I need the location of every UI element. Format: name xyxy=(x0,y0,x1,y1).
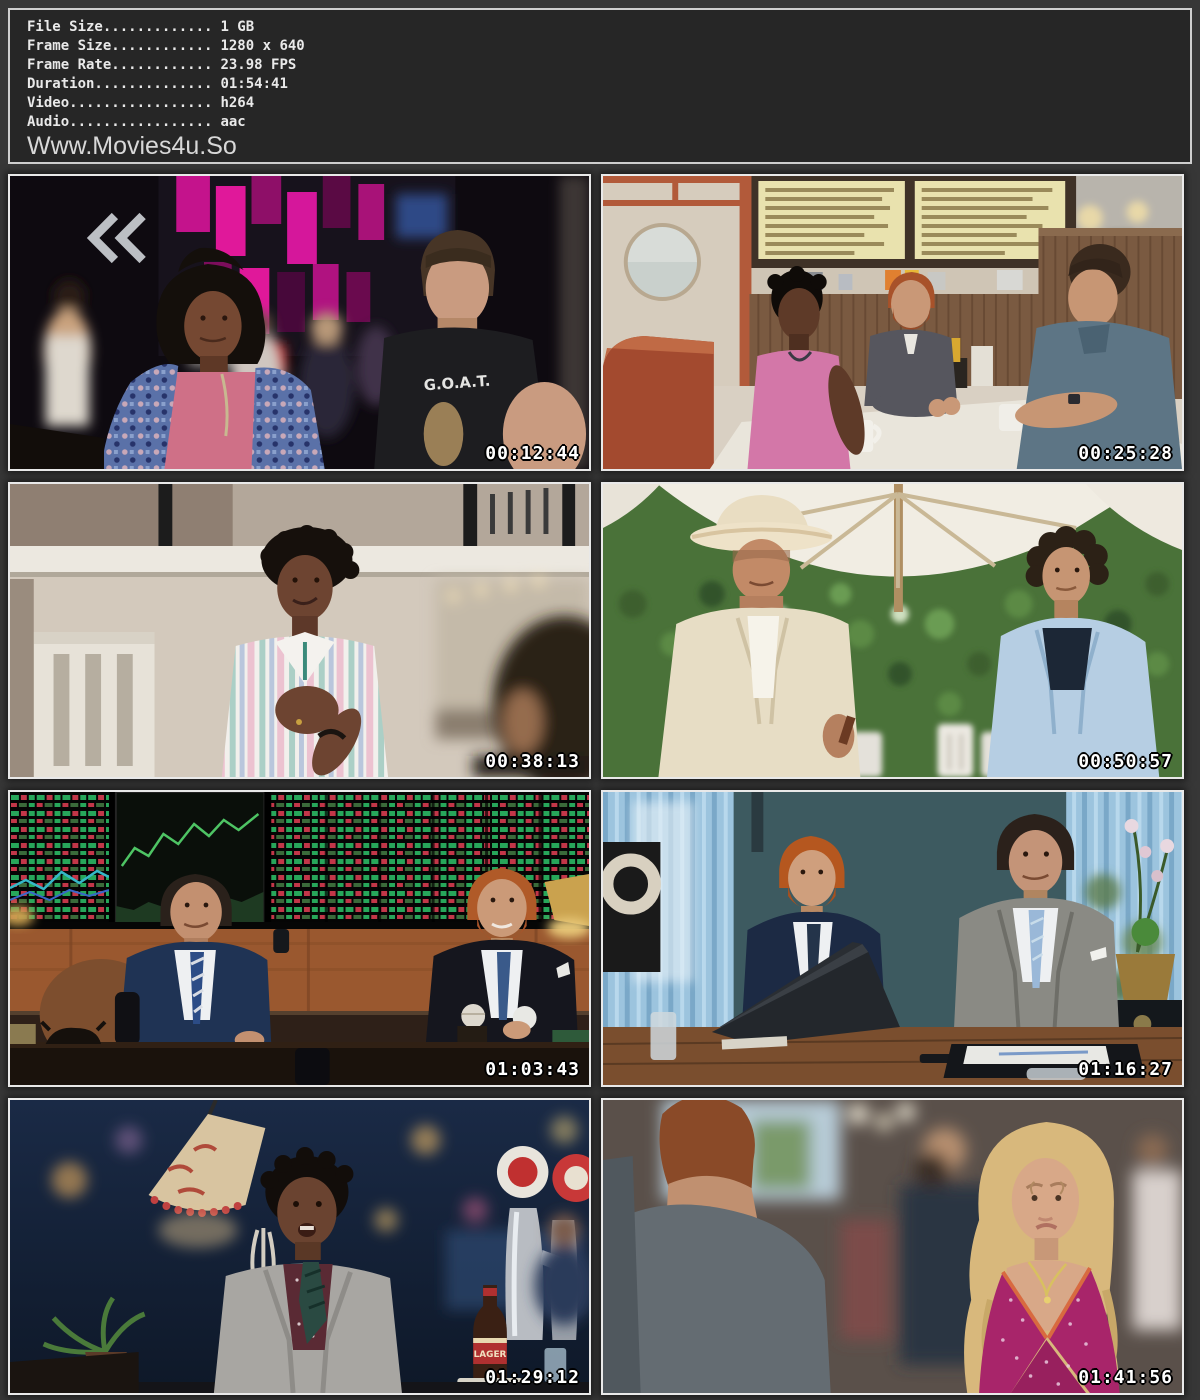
info-value: 23.98 FPS xyxy=(220,57,296,73)
info-value: aac xyxy=(220,114,245,130)
info-row-video: Video................. h264 xyxy=(27,94,1190,113)
info-row-frame-size: Frame Size............ 1280 x 640 xyxy=(27,37,1190,56)
info-row-duration: Duration.............. 01:54:41 xyxy=(27,75,1190,94)
info-row-file-size: File Size............. 1 GB xyxy=(27,18,1190,37)
info-row-audio: Audio................. aac xyxy=(27,113,1190,132)
info-label: Frame Rate............ xyxy=(27,57,212,73)
scene-pub-illustration: LAGER xyxy=(10,1100,589,1393)
info-label: File Size............. xyxy=(27,19,212,35)
info-label: Video................. xyxy=(27,95,212,111)
info-label: Frame Size............ xyxy=(27,38,212,54)
ring-sculpture xyxy=(603,842,660,972)
info-label: Audio................. xyxy=(27,114,212,130)
club-tv-screen xyxy=(396,194,447,238)
screenshot-nightclub: G.O.A.T. 00:12:44 xyxy=(8,174,591,471)
goat-graphic xyxy=(424,402,464,466)
timestamp-overlay: 00:12:44 xyxy=(485,443,580,464)
timestamp-overlay: 01:41:56 xyxy=(1078,1367,1173,1388)
screenshot-garden: 00:50:57 xyxy=(601,482,1184,779)
scene-garden-illustration xyxy=(603,484,1182,777)
timestamp-overlay: 00:38:13 xyxy=(485,751,580,772)
screenshot-office-meeting: 01:16:27 xyxy=(601,790,1184,1087)
scene-nightclub-illustration: G.O.A.T. xyxy=(10,176,589,469)
blonde-woman-magenta-dress xyxy=(964,1122,1120,1393)
timestamp-overlay: 00:50:57 xyxy=(1078,751,1173,772)
site-watermark: Www.Movies4u.So xyxy=(27,133,1190,159)
scene-loft-illustration xyxy=(10,484,589,777)
info-value: 1280 x 640 xyxy=(220,38,304,54)
screenshot-loft: 00:38:13 xyxy=(8,482,591,779)
timestamp-overlay: 00:25:28 xyxy=(1078,443,1173,464)
bottle-label-text: LAGER xyxy=(474,1350,507,1360)
screenshot-diner: 00:25:28 xyxy=(601,174,1184,471)
info-value: 01:54:41 xyxy=(220,76,287,92)
screenshot-trading-floor: 01:03:43 xyxy=(8,790,591,1087)
wall-fixture xyxy=(751,792,763,852)
screenshot-party: 01:41:56 xyxy=(601,1098,1184,1395)
scene-trading-illustration xyxy=(10,792,589,1085)
info-label: Duration.............. xyxy=(27,76,212,92)
booth-bench xyxy=(603,336,714,469)
info-row-frame-rate: Frame Rate............ 23.98 FPS xyxy=(27,56,1190,75)
screenshot-pub: LAGER xyxy=(8,1098,591,1395)
media-info-panel: File Size............. 1 GB Frame Size...… xyxy=(8,8,1192,164)
info-value: 1 GB xyxy=(220,19,254,35)
menu-boards xyxy=(749,176,1076,268)
timestamp-overlay: 01:03:43 xyxy=(485,1059,580,1080)
timestamp-overlay: 01:16:27 xyxy=(1078,1059,1173,1080)
info-value: h264 xyxy=(220,95,254,111)
timestamp-overlay: 01:29:12 xyxy=(485,1367,580,1388)
screenshot-grid: G.O.A.T. 00:12:44 xyxy=(8,174,1192,1395)
scene-office-illustration xyxy=(603,792,1182,1085)
scene-party-illustration xyxy=(603,1100,1182,1393)
scene-diner-illustration xyxy=(603,176,1182,469)
